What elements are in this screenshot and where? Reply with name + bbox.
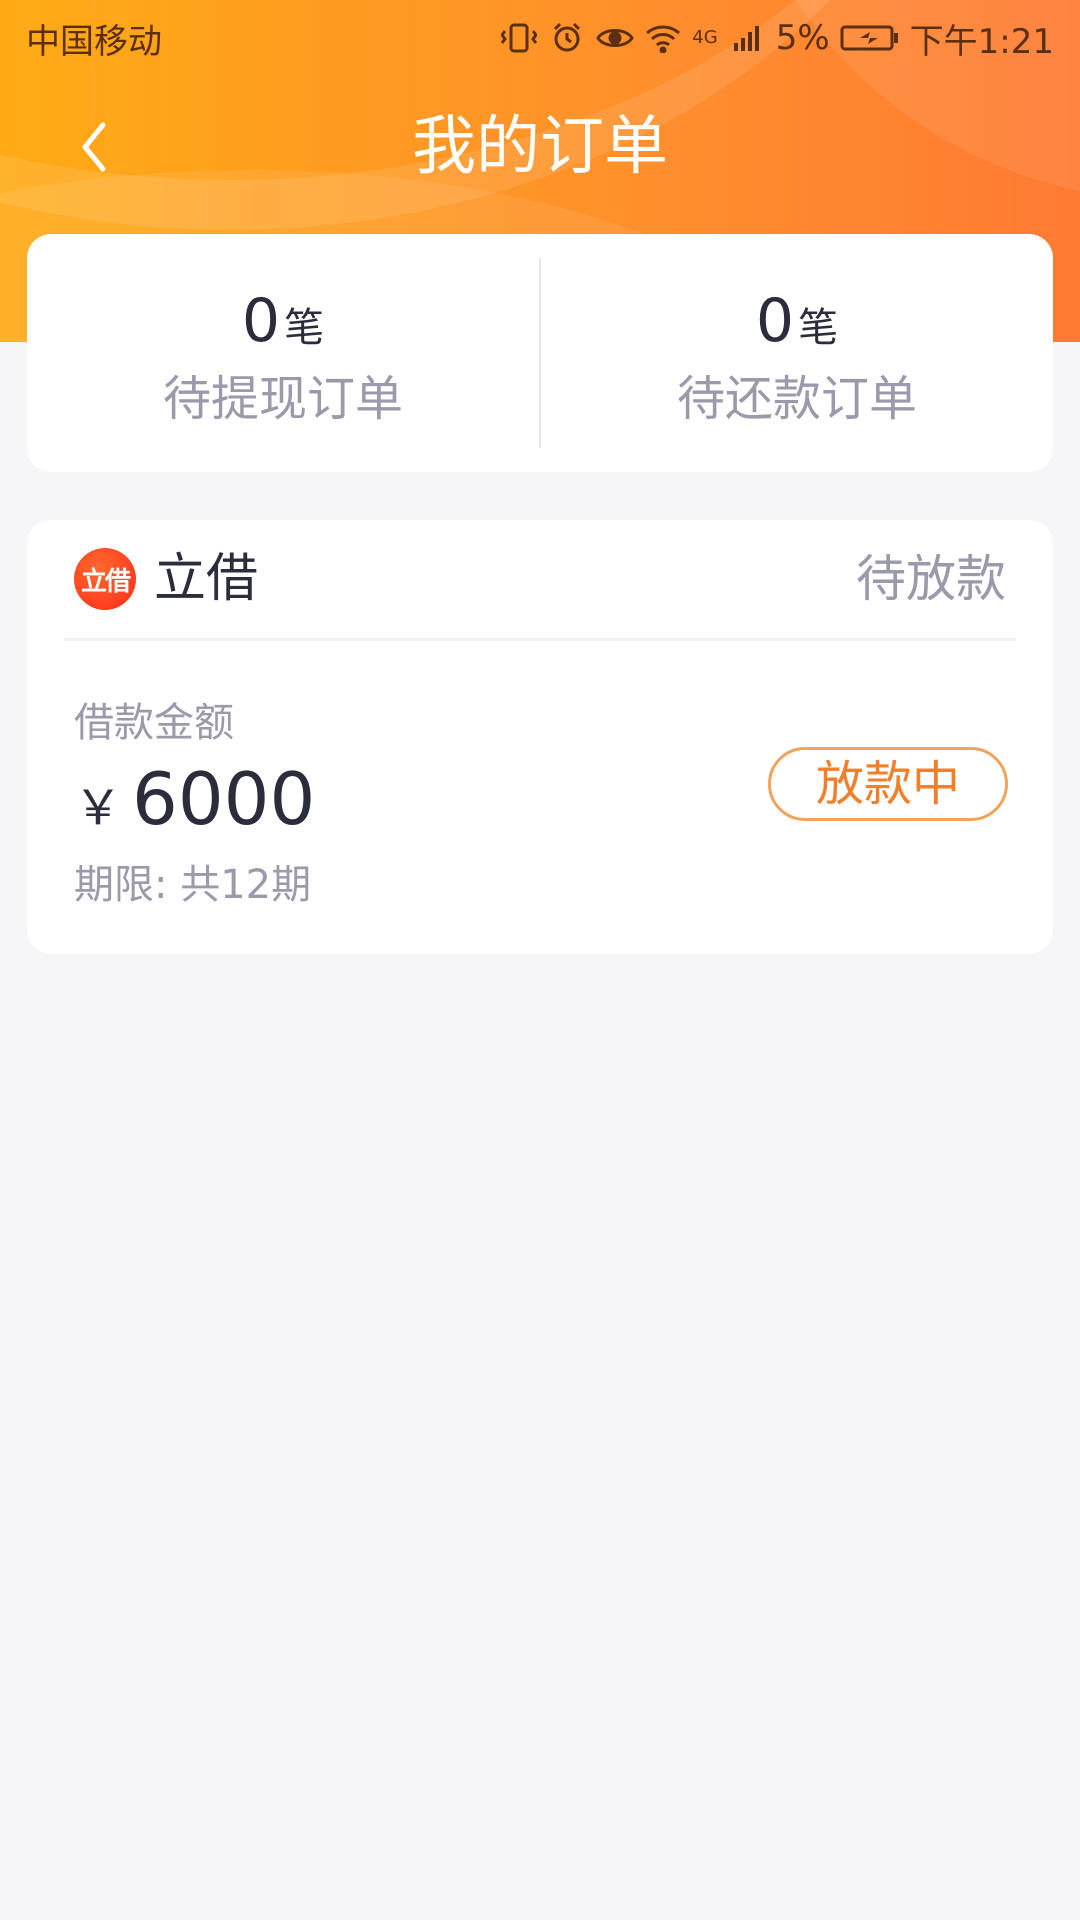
summary-label: 待提现订单 xyxy=(162,370,403,427)
alarm-icon xyxy=(548,19,586,57)
status-left: 中国移动 xyxy=(26,14,162,63)
summary-count-number: 0 xyxy=(755,285,795,356)
status-right: 4G 5% 下午1:21 xyxy=(500,14,1054,63)
disbursing-status-button[interactable]: 放款中 xyxy=(768,747,1008,821)
summary-item-pending-withdraw[interactable]: 0笔 待提现订单 xyxy=(27,234,539,472)
signal-icon xyxy=(728,19,766,57)
summary-item-pending-repay[interactable]: 0笔 待还款订单 xyxy=(541,234,1053,472)
vibrate-icon xyxy=(500,19,538,57)
eye-icon xyxy=(596,19,635,57)
brand-logo: 立借 xyxy=(74,548,136,610)
page-title: 我的订单 xyxy=(412,110,668,184)
carrier-text: 中国移动 xyxy=(26,21,162,62)
brand-name: 立借 xyxy=(154,549,259,609)
summary-card: 0笔 待提现订单 0笔 待还款订单 xyxy=(27,234,1053,472)
order-body: 借款金额 ￥ 6000 期限: 共12期 放款中 xyxy=(64,641,1016,954)
battery-icon xyxy=(840,19,900,57)
battery-percent: 5% xyxy=(775,18,830,58)
title-bar: 我的订单 xyxy=(0,92,1080,202)
order-status: 待放款 xyxy=(856,550,1006,608)
term-text: 期限: 共12期 xyxy=(74,862,312,908)
summary-count: 0笔 xyxy=(242,288,324,361)
summary-count: 0笔 xyxy=(756,288,838,361)
amount-number: 6000 xyxy=(132,757,316,841)
network-type: 4G xyxy=(692,27,718,48)
summary-count-unit: 笔 xyxy=(798,304,839,351)
amount-label: 借款金额 xyxy=(74,700,234,746)
order-header: 立借 立借 待放款 xyxy=(64,520,1016,641)
clock-text: 下午1:21 xyxy=(909,21,1054,62)
currency-symbol: ￥ xyxy=(74,780,123,836)
summary-label: 待还款订单 xyxy=(676,370,917,427)
summary-count-number: 0 xyxy=(241,285,281,356)
wifi-icon xyxy=(644,19,682,57)
order-card[interactable]: 立借 立借 待放款 借款金额 ￥ 6000 期限: 共12期 放款中 xyxy=(27,520,1053,954)
amount-value: ￥ 6000 xyxy=(74,759,315,839)
status-bar: 中国移动 4G 5% 下午1:21 xyxy=(0,0,1080,76)
summary-count-unit: 笔 xyxy=(284,304,325,351)
